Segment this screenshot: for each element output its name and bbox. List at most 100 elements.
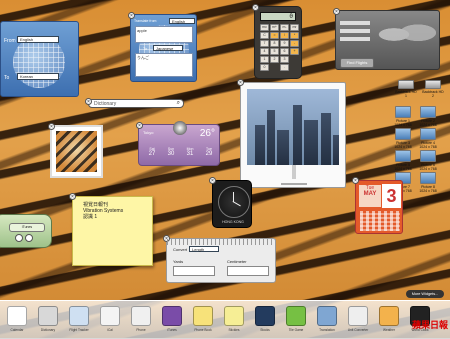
photo-widget[interactable]: × xyxy=(48,123,103,178)
close-icon[interactable]: × xyxy=(128,12,135,19)
more-widgets-button[interactable]: More Widgets... xyxy=(406,290,444,298)
dictionary-widget[interactable]: × Dictionary ⌕ xyxy=(85,98,184,108)
desktop-icon[interactable]: Backtrack HD 2 xyxy=(422,80,444,98)
dictionary-icon[interactable] xyxy=(38,306,58,326)
phone-icon[interactable] xyxy=(131,306,151,326)
calculator-key[interactable]: 5 xyxy=(270,48,279,55)
dock-item-label: Weather xyxy=(383,328,395,332)
airline-select[interactable] xyxy=(340,21,370,25)
source-text-input[interactable]: apple xyxy=(135,26,193,43)
close-icon[interactable]: × xyxy=(69,193,76,200)
calculator-key[interactable]: 1 xyxy=(260,56,269,63)
flight-tracker-widget[interactable]: × Find Flights xyxy=(333,8,440,70)
desktop-icon[interactable]: Picture 8 1024 x 768 xyxy=(417,172,439,193)
calculator-key[interactable]: 3 xyxy=(280,56,289,63)
sticky-text[interactable]: 視覚日報刊 Vibration Systems 認識 1 xyxy=(83,202,123,220)
translation-widget-2[interactable]: × Translate from English apple To Japane… xyxy=(128,12,197,82)
itunes-widget[interactable]: iTunes xyxy=(0,214,52,248)
calculator-key[interactable]: * xyxy=(290,32,299,39)
weather-city: Tokyo xyxy=(143,130,154,135)
desktop-icon-label: Backtrack HD 2 xyxy=(422,90,444,98)
desktop-icon[interactable]: Picture 5 1024 x 768 xyxy=(392,150,414,171)
calculator-key[interactable]: - xyxy=(290,40,299,47)
to-language-select[interactable]: Korean xyxy=(17,73,59,80)
departure-select[interactable] xyxy=(340,29,370,33)
calendar-month-grid xyxy=(360,211,400,231)
translation-widget[interactable]: From English To Korean xyxy=(0,21,79,97)
itunes-icon[interactable] xyxy=(162,306,182,326)
weather-widget[interactable]: × Tokyo 26° Sat 27 Sun 30 Mon 31 Tue 29 xyxy=(136,121,220,166)
to-language-select[interactable]: Japanese xyxy=(153,45,183,51)
airplane-icon[interactable] xyxy=(69,306,89,326)
stickies-icon[interactable] xyxy=(224,306,244,326)
close-icon[interactable]: × xyxy=(333,8,340,15)
phonebook-icon[interactable] xyxy=(193,306,213,326)
calculator-key[interactable]: 6 xyxy=(280,48,289,55)
calculator-key[interactable]: = xyxy=(270,32,279,39)
calculator-key[interactable]: mr xyxy=(290,24,299,31)
calculator-key[interactable]: 9 xyxy=(280,40,289,47)
calculator-key[interactable]: / xyxy=(280,32,289,39)
weather-temperature: 26° xyxy=(199,128,215,139)
calculator-key[interactable]: mc xyxy=(260,24,269,31)
desktop-icon-label: Picture 4 1024 x 768 xyxy=(419,141,437,149)
search-icon[interactable]: ⌕ xyxy=(177,100,180,107)
stickies-widget[interactable]: × 視覚日報刊 Vibration Systems 認識 1 xyxy=(69,193,153,266)
web-clip-widget[interactable]: × xyxy=(237,79,346,188)
world-clock-widget[interactable]: × HONG KONG xyxy=(209,177,252,228)
desktop-icon[interactable]: Picture 3 1024 x 768 xyxy=(392,128,414,149)
calculator-key[interactable]: m+ xyxy=(270,24,279,31)
desktop-icon[interactable]: Picture 1 1024 x 768 xyxy=(392,106,414,127)
desktop-icon-label: Picture 2 1024 x 768 xyxy=(419,119,437,127)
weather-day: Sun 30 xyxy=(162,147,180,157)
to-unit-label: Centimeter xyxy=(227,259,247,264)
close-icon[interactable]: × xyxy=(85,98,92,105)
next-track-icon[interactable] xyxy=(25,234,33,242)
desktop-icon[interactable]: Picture 4 1024 x 768 xyxy=(417,128,439,149)
close-icon[interactable]: × xyxy=(237,79,244,86)
translation-icon[interactable] xyxy=(317,306,337,326)
find-flights-button[interactable]: Find Flights xyxy=(340,58,374,68)
ical-icon[interactable] xyxy=(100,306,120,326)
calculator-key[interactable]: + xyxy=(290,48,299,55)
from-value-input[interactable] xyxy=(173,266,215,276)
desktop-icon[interactable]: Picture 6 1024 x 768 xyxy=(417,150,439,171)
calculator-key[interactable]: 0 xyxy=(260,64,269,71)
calculator-key[interactable]: 2 xyxy=(270,56,279,63)
dock-item-label: Translation xyxy=(319,328,335,332)
calendar-icon[interactable] xyxy=(7,306,27,326)
arrival-select[interactable] xyxy=(340,37,370,41)
weather-icon[interactable] xyxy=(379,306,399,326)
stocks-icon[interactable] xyxy=(255,306,275,326)
calculator-key[interactable]: m- xyxy=(280,24,289,31)
translate-from-label: Translate from xyxy=(134,19,157,23)
calculator-key[interactable]: 8 xyxy=(270,40,279,47)
calculator-widget[interactable]: × 0 mc m+ m-mr C = / * 7 8 9- 4 5 6 +1 2 3 0. xyxy=(252,4,302,79)
close-icon[interactable]: × xyxy=(48,123,55,130)
tile-game-icon[interactable] xyxy=(286,306,306,326)
convert-select[interactable]: Length xyxy=(189,246,219,252)
hard-drive-icon xyxy=(398,80,414,89)
from-language-select[interactable]: English xyxy=(169,18,195,24)
calculator-key[interactable]: C xyxy=(260,32,269,39)
dock-item-label: Calendar xyxy=(10,328,24,332)
to-value-input[interactable] xyxy=(227,266,269,276)
desktop-icon-label: Picture 3 1024 x 768 xyxy=(394,141,412,149)
close-icon[interactable]: × xyxy=(252,4,259,11)
from-language-select[interactable]: English xyxy=(17,36,59,43)
calendar-widget[interactable]: × Tue MAY 3 xyxy=(352,177,403,234)
sticky-line: 認識 1 xyxy=(83,214,98,220)
close-icon[interactable]: × xyxy=(209,177,216,184)
unit-converter-widget[interactable]: × Convert Length Yards Centimeter xyxy=(163,235,277,283)
desktop-icon[interactable]: Backtrack HD 1 xyxy=(395,80,417,98)
close-icon[interactable]: × xyxy=(136,122,143,129)
calculator-key[interactable]: . xyxy=(280,64,289,71)
unit-converter-icon[interactable] xyxy=(348,306,368,326)
picture-file-icon xyxy=(420,150,436,162)
desktop-icon-label: Picture 1 1024 x 768 xyxy=(394,119,412,127)
calculator-key[interactable]: 7 xyxy=(260,40,269,47)
close-icon[interactable]: × xyxy=(352,177,359,184)
calculator-key[interactable]: 4 xyxy=(260,48,269,55)
desktop-icon[interactable]: Picture 2 1024 x 768 xyxy=(417,106,439,127)
play-icon[interactable] xyxy=(15,234,23,242)
